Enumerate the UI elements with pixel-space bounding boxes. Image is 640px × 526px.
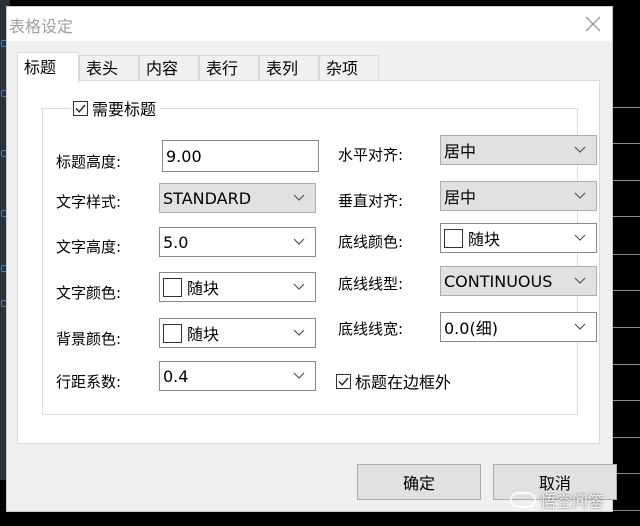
- chevron-down-icon: [293, 238, 305, 245]
- tab-label: 标题: [24, 58, 57, 77]
- chevron-down-icon: [574, 323, 586, 330]
- vertical-align-select[interactable]: 居中: [440, 181, 597, 211]
- chevron-down-icon: [293, 283, 305, 290]
- text-height-value: 5.0: [163, 232, 189, 252]
- vertical-align-value: 居中: [444, 188, 477, 207]
- tab-label: 内容: [146, 59, 179, 78]
- title-outside-border-checkbox-row[interactable]: 标题在边框外: [336, 369, 451, 393]
- close-icon: [585, 16, 601, 32]
- color-swatch: [444, 228, 463, 248]
- require-title-label: 需要标题: [92, 100, 157, 119]
- text-color-value: 随块: [187, 279, 220, 298]
- line-spacing-value: 0.4: [163, 366, 189, 386]
- bottom-line-color-select[interactable]: 随块: [440, 223, 597, 253]
- bottom-line-width-value: 0.0(细): [444, 319, 498, 338]
- dialog-title: 表格设定: [9, 17, 74, 36]
- ok-button[interactable]: 确定: [357, 464, 481, 500]
- bottom-line-width-label: 底线线宽:: [338, 320, 404, 338]
- background-color-value: 随块: [187, 325, 220, 344]
- tab-title[interactable]: 标题: [17, 52, 79, 83]
- tab-label: 表头: [86, 59, 119, 78]
- bottom-line-type-label: 底线线型:: [338, 275, 404, 293]
- horizontal-align-label: 水平对齐:: [338, 146, 404, 164]
- chevron-down-icon: [574, 234, 586, 241]
- text-style-label: 文字样式:: [56, 193, 122, 211]
- tab-label: 表行: [206, 59, 239, 78]
- chevron-down-icon: [293, 329, 305, 336]
- background-color-select[interactable]: 随块: [159, 318, 316, 348]
- chevron-down-icon: [574, 146, 586, 153]
- bottom-line-width-select[interactable]: 0.0(细): [440, 312, 597, 342]
- tab-header[interactable]: 表头: [79, 55, 139, 81]
- chevron-down-icon: [574, 192, 586, 199]
- text-color-select[interactable]: 随块: [159, 272, 316, 302]
- background-drawing-lines: [613, 0, 640, 526]
- color-swatch: [163, 323, 182, 343]
- checkmark-icon: [75, 104, 86, 113]
- tab-rows[interactable]: 表行: [199, 55, 259, 81]
- require-title-checkbox[interactable]: [73, 100, 88, 116]
- text-style-select[interactable]: STANDARD: [159, 183, 316, 213]
- checkmark-icon: [338, 377, 349, 386]
- title-settings-group: 需要标题 标题高度: 文字样式: 文字高度: 文字颜色: 背景颜色: 行距系数:…: [42, 97, 597, 415]
- line-spacing-label: 行距系数:: [56, 373, 122, 391]
- title-height-label: 标题高度:: [56, 153, 122, 171]
- watermark: 悟空问答: [510, 488, 604, 512]
- text-style-value: STANDARD: [163, 188, 252, 208]
- bottom-line-type-select[interactable]: CONTINUOUS: [440, 266, 597, 296]
- tab-columns[interactable]: 表列: [259, 55, 319, 81]
- vertical-align-label: 垂直对齐:: [338, 192, 404, 210]
- background-color-label: 背景颜色:: [56, 330, 122, 348]
- tab-misc[interactable]: 杂项: [319, 55, 379, 81]
- horizontal-align-select[interactable]: 居中: [440, 135, 597, 165]
- tab-panel-title: 需要标题 标题高度: 文字样式: 文字高度: 文字颜色: 背景颜色: 行距系数:…: [17, 80, 600, 444]
- chevron-down-icon: [574, 277, 586, 284]
- title-height-value: 9.00: [166, 146, 202, 166]
- require-title-checkbox-row[interactable]: 需要标题: [71, 97, 161, 119]
- title-bar: 表格设定: [7, 7, 612, 41]
- tab-label: 杂项: [326, 59, 359, 78]
- title-height-input[interactable]: 9.00: [162, 140, 319, 172]
- text-color-label: 文字颜色:: [56, 284, 122, 302]
- bottom-line-type-value: CONTINUOUS: [444, 271, 553, 291]
- title-outside-border-label: 标题在边框外: [355, 373, 452, 392]
- bottom-line-color-label: 底线颜色:: [338, 233, 404, 251]
- bottom-line-color-value: 随块: [468, 230, 501, 249]
- watermark-logo-icon: [510, 492, 536, 508]
- tab-label: 表列: [266, 59, 299, 78]
- chevron-down-icon: [293, 194, 305, 201]
- horizontal-align-value: 居中: [444, 142, 477, 161]
- line-spacing-select[interactable]: 0.4: [159, 361, 316, 391]
- tab-content[interactable]: 内容: [139, 55, 199, 81]
- title-outside-border-checkbox[interactable]: [336, 373, 351, 389]
- watermark-text: 悟空问答: [540, 492, 605, 511]
- text-height-label: 文字高度:: [56, 238, 122, 256]
- close-button[interactable]: [582, 13, 604, 35]
- table-settings-dialog: 表格设定 标题 表头 内容 表行 表列 杂项 需要标题 标题高度: 文字样式: …: [6, 6, 617, 512]
- chevron-down-icon: [293, 372, 305, 379]
- text-height-select[interactable]: 5.0: [159, 227, 316, 257]
- color-swatch: [163, 277, 182, 297]
